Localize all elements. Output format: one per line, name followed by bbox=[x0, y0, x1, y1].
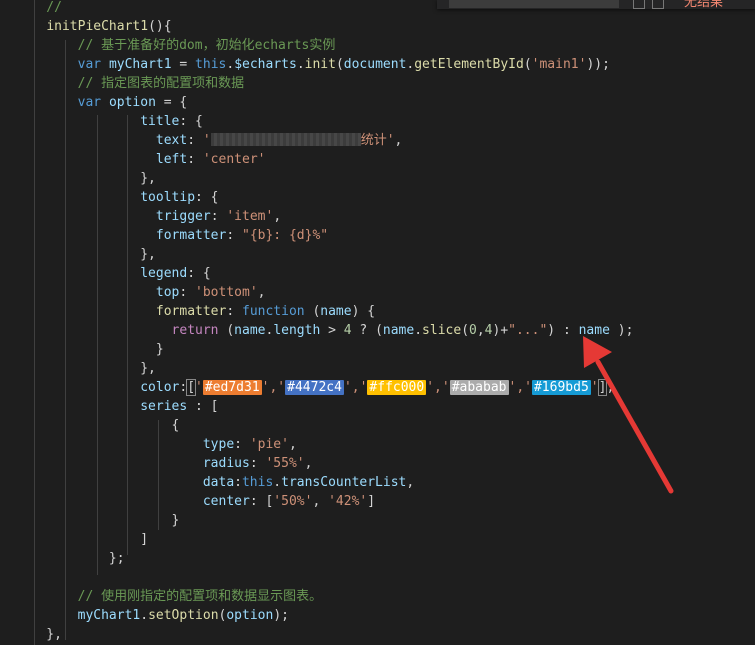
arrow-shaft bbox=[595, 359, 674, 494]
code-editor[interactable]: // initPieChart1(){ // 基于准备好的dom，初始化echa… bbox=[0, 0, 755, 645]
annotation-arrow bbox=[583, 336, 674, 494]
find-result-text: 无结果 bbox=[684, 0, 724, 9]
match-case-icon[interactable] bbox=[633, 0, 645, 9]
whole-word-icon[interactable] bbox=[652, 0, 664, 9]
find-input[interactable] bbox=[449, 0, 619, 8]
find-widget[interactable]: 无结果 bbox=[437, 0, 755, 9]
